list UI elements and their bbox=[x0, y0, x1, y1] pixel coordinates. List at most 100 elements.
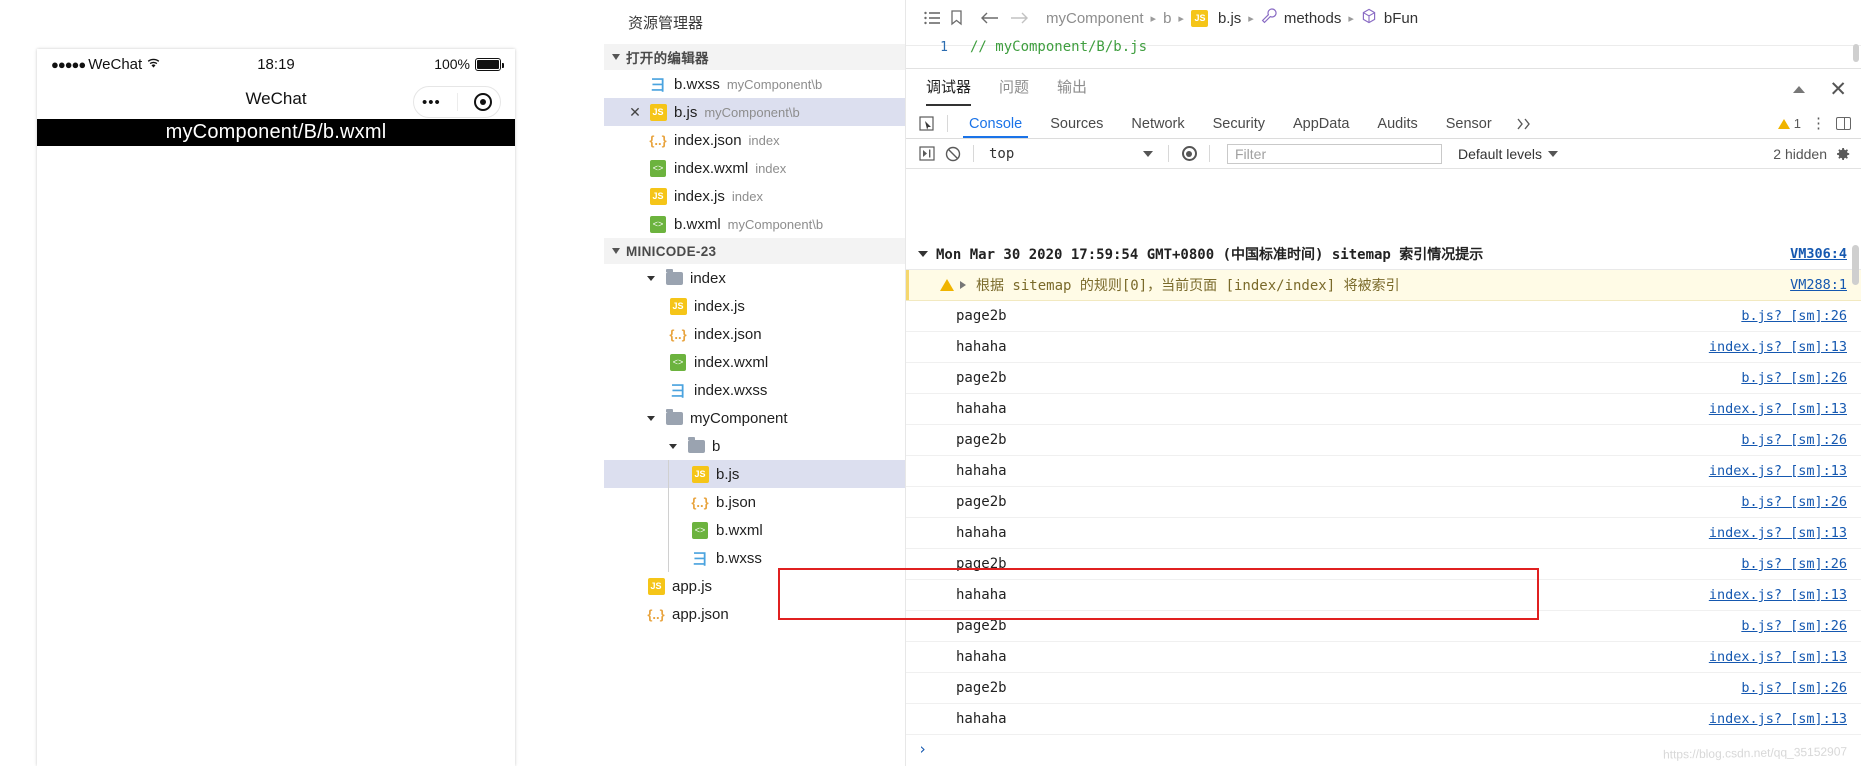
breadcrumb-item[interactable]: bFun bbox=[1384, 10, 1418, 27]
console-row[interactable]: Mon Mar 30 2020 17:59:54 GMT+0800 (中国标准时… bbox=[906, 239, 1861, 270]
console-row[interactable]: page2b b.js? [sm]:26 bbox=[906, 487, 1861, 518]
console-row[interactable]: page2b b.js? [sm]:26 bbox=[906, 363, 1861, 394]
chevron-down-icon[interactable] bbox=[647, 415, 655, 421]
panel-tab[interactable]: 问题 bbox=[999, 76, 1029, 102]
inspect-element-icon[interactable] bbox=[914, 114, 940, 134]
console-row[interactable]: hahaha index.js? [sm]:13 bbox=[906, 332, 1861, 363]
open-editor-item[interactable]: {..} index.json index bbox=[604, 126, 905, 154]
console-row[interactable]: page2b b.js? [sm]:26 bbox=[906, 301, 1861, 332]
list-icon[interactable] bbox=[924, 11, 941, 26]
tree-file-item[interactable]: {..} b.json bbox=[604, 488, 905, 516]
console-row[interactable]: hahaha index.js? [sm]:13 bbox=[906, 580, 1861, 611]
console-row[interactable]: page2b b.js? [sm]:26 bbox=[906, 611, 1861, 642]
context-selector[interactable]: top bbox=[981, 146, 1161, 162]
filter-input[interactable]: Filter bbox=[1227, 143, 1442, 164]
console-source-link[interactable]: index.js? [sm]:13 bbox=[1709, 339, 1861, 355]
devtools-tab[interactable]: Security bbox=[1199, 109, 1279, 138]
console-row[interactable]: 根据 sitemap 的规则[0]，当前页面 [index/index] 将被索… bbox=[906, 270, 1861, 301]
scrollbar-thumb[interactable] bbox=[1852, 245, 1859, 285]
open-editors-section-header[interactable]: 打开的编辑器 bbox=[604, 44, 905, 70]
settings-icon[interactable] bbox=[1835, 146, 1851, 162]
live-expression-icon[interactable] bbox=[1176, 143, 1202, 165]
tree-file-item[interactable]: 彐 b.wxss bbox=[604, 544, 905, 572]
devtools-tab[interactable]: Sources bbox=[1036, 109, 1117, 138]
breadcrumb-item[interactable]: b.js bbox=[1218, 10, 1241, 27]
tree-folder-item[interactable]: index bbox=[604, 264, 905, 292]
console-source-link[interactable]: index.js? [sm]:13 bbox=[1709, 463, 1861, 479]
console-row[interactable]: page2b b.js? [sm]:26 bbox=[906, 549, 1861, 580]
project-section-header[interactable]: MINICODE-23 bbox=[604, 238, 905, 264]
console-row[interactable]: page2b b.js? [sm]:26 bbox=[906, 425, 1861, 456]
breadcrumb-item[interactable]: b bbox=[1163, 10, 1171, 27]
console-source-link[interactable]: b.js? [sm]:26 bbox=[1741, 618, 1861, 634]
bookmark-icon[interactable] bbox=[950, 10, 963, 26]
editor-scrollbar[interactable] bbox=[1853, 44, 1859, 62]
dock-side-icon[interactable] bbox=[1836, 117, 1851, 130]
open-editor-item[interactable]: <> index.wxml index bbox=[604, 154, 905, 182]
console-source-link[interactable]: index.js? [sm]:13 bbox=[1709, 401, 1861, 417]
console-source-link[interactable]: index.js? [sm]:13 bbox=[1709, 587, 1861, 603]
tree-folder-item[interactable]: b bbox=[604, 432, 905, 460]
warning-count-badge[interactable]: 1 bbox=[1777, 116, 1801, 131]
console-source-link[interactable]: VM306:4 bbox=[1790, 246, 1861, 262]
console-row[interactable]: hahaha index.js? [sm]:13 bbox=[906, 642, 1861, 673]
open-editor-item[interactable]: JS index.js index bbox=[604, 182, 905, 210]
tree-file-item[interactable]: 彐 index.wxss bbox=[604, 376, 905, 404]
console-row[interactable]: hahaha index.js? [sm]:13 bbox=[906, 704, 1861, 735]
breadcrumb-item[interactable]: methods bbox=[1284, 10, 1342, 27]
console-source-link[interactable]: b.js? [sm]:26 bbox=[1741, 370, 1861, 386]
console-source-link[interactable]: b.js? [sm]:26 bbox=[1741, 432, 1861, 448]
more-vertical-icon[interactable]: ⋮ bbox=[1811, 116, 1826, 131]
console-source-link[interactable]: b.js? [sm]:26 bbox=[1741, 494, 1861, 510]
console-row[interactable]: hahaha index.js? [sm]:13 bbox=[906, 394, 1861, 425]
console-output[interactable]: Mon Mar 30 2020 17:59:54 GMT+0800 (中国标准时… bbox=[906, 239, 1861, 766]
console-row[interactable]: hahaha index.js? [sm]:13 bbox=[906, 456, 1861, 487]
open-editor-item[interactable]: ✕ JS b.js myComponent\b bbox=[604, 98, 905, 126]
chevron-down-icon[interactable] bbox=[669, 443, 677, 449]
console-source-link[interactable]: index.js? [sm]:13 bbox=[1709, 711, 1861, 727]
chevron-down-icon[interactable] bbox=[918, 251, 928, 257]
tree-file-item[interactable]: <> index.wxml bbox=[604, 348, 905, 376]
tree-folder-item[interactable]: myComponent bbox=[604, 404, 905, 432]
chevron-up-icon[interactable] bbox=[1793, 86, 1806, 93]
target-icon[interactable] bbox=[473, 93, 492, 111]
execute-icon[interactable] bbox=[914, 143, 940, 165]
devtools-tab[interactable]: Network bbox=[1117, 109, 1198, 138]
console-source-link[interactable]: b.js? [sm]:26 bbox=[1741, 556, 1861, 572]
devtools-tab[interactable]: AppData bbox=[1279, 109, 1363, 138]
clear-console-icon[interactable] bbox=[940, 143, 966, 165]
console-source-link[interactable]: b.js? [sm]:26 bbox=[1741, 308, 1861, 324]
devtools-tab[interactable]: Sensor bbox=[1432, 109, 1506, 138]
console-source-link[interactable]: b.js? [sm]:26 bbox=[1741, 680, 1861, 696]
console-source-link[interactable]: index.js? [sm]:13 bbox=[1709, 525, 1861, 541]
breadcrumb-item[interactable]: myComponent bbox=[1046, 10, 1144, 27]
panel-tab[interactable]: 调试器 bbox=[926, 76, 972, 106]
code-text[interactable]: // myComponent/B/b.js bbox=[970, 39, 1147, 55]
back-arrow-icon[interactable] bbox=[980, 11, 1000, 25]
open-editor-item[interactable]: <> b.wxml myComponent\b bbox=[604, 210, 905, 238]
close-icon[interactable]: ✕ bbox=[1829, 79, 1847, 100]
open-editor-item[interactable]: 彐 b.wxss myComponent\b bbox=[604, 70, 905, 98]
tree-file-item[interactable]: JS b.js bbox=[604, 460, 905, 488]
log-levels-selector[interactable]: Default levels bbox=[1458, 146, 1559, 162]
tree-file-item[interactable]: JS index.js bbox=[604, 292, 905, 320]
console-source-link[interactable]: index.js? [sm]:13 bbox=[1709, 649, 1861, 665]
console-row[interactable]: page2b b.js? [sm]:26 bbox=[906, 673, 1861, 704]
panel-tab[interactable]: 输出 bbox=[1057, 76, 1087, 102]
close-icon[interactable]: ✕ bbox=[628, 105, 642, 119]
chevron-right-icon[interactable] bbox=[960, 281, 966, 289]
devtools-tab[interactable]: Audits bbox=[1363, 109, 1431, 138]
more-dots-icon[interactable]: ••• bbox=[422, 94, 441, 111]
chevrons-right-icon[interactable] bbox=[1506, 109, 1542, 138]
tree-file-item[interactable]: {..} app.json bbox=[604, 600, 905, 628]
chevron-down-icon[interactable] bbox=[647, 275, 655, 281]
capsule-button[interactable]: ••• bbox=[413, 86, 501, 118]
console-source-link[interactable]: VM288:1 bbox=[1790, 277, 1861, 293]
console-scrollbar[interactable] bbox=[1852, 245, 1859, 738]
tree-file-item[interactable]: JS app.js bbox=[604, 572, 905, 600]
tree-file-item[interactable]: {..} index.json bbox=[604, 320, 905, 348]
devtools-tab[interactable]: Console bbox=[955, 109, 1036, 138]
forward-arrow-icon[interactable] bbox=[1009, 11, 1029, 25]
console-row[interactable]: hahaha index.js? [sm]:13 bbox=[906, 518, 1861, 549]
tree-file-item[interactable]: <> b.wxml bbox=[604, 516, 905, 544]
